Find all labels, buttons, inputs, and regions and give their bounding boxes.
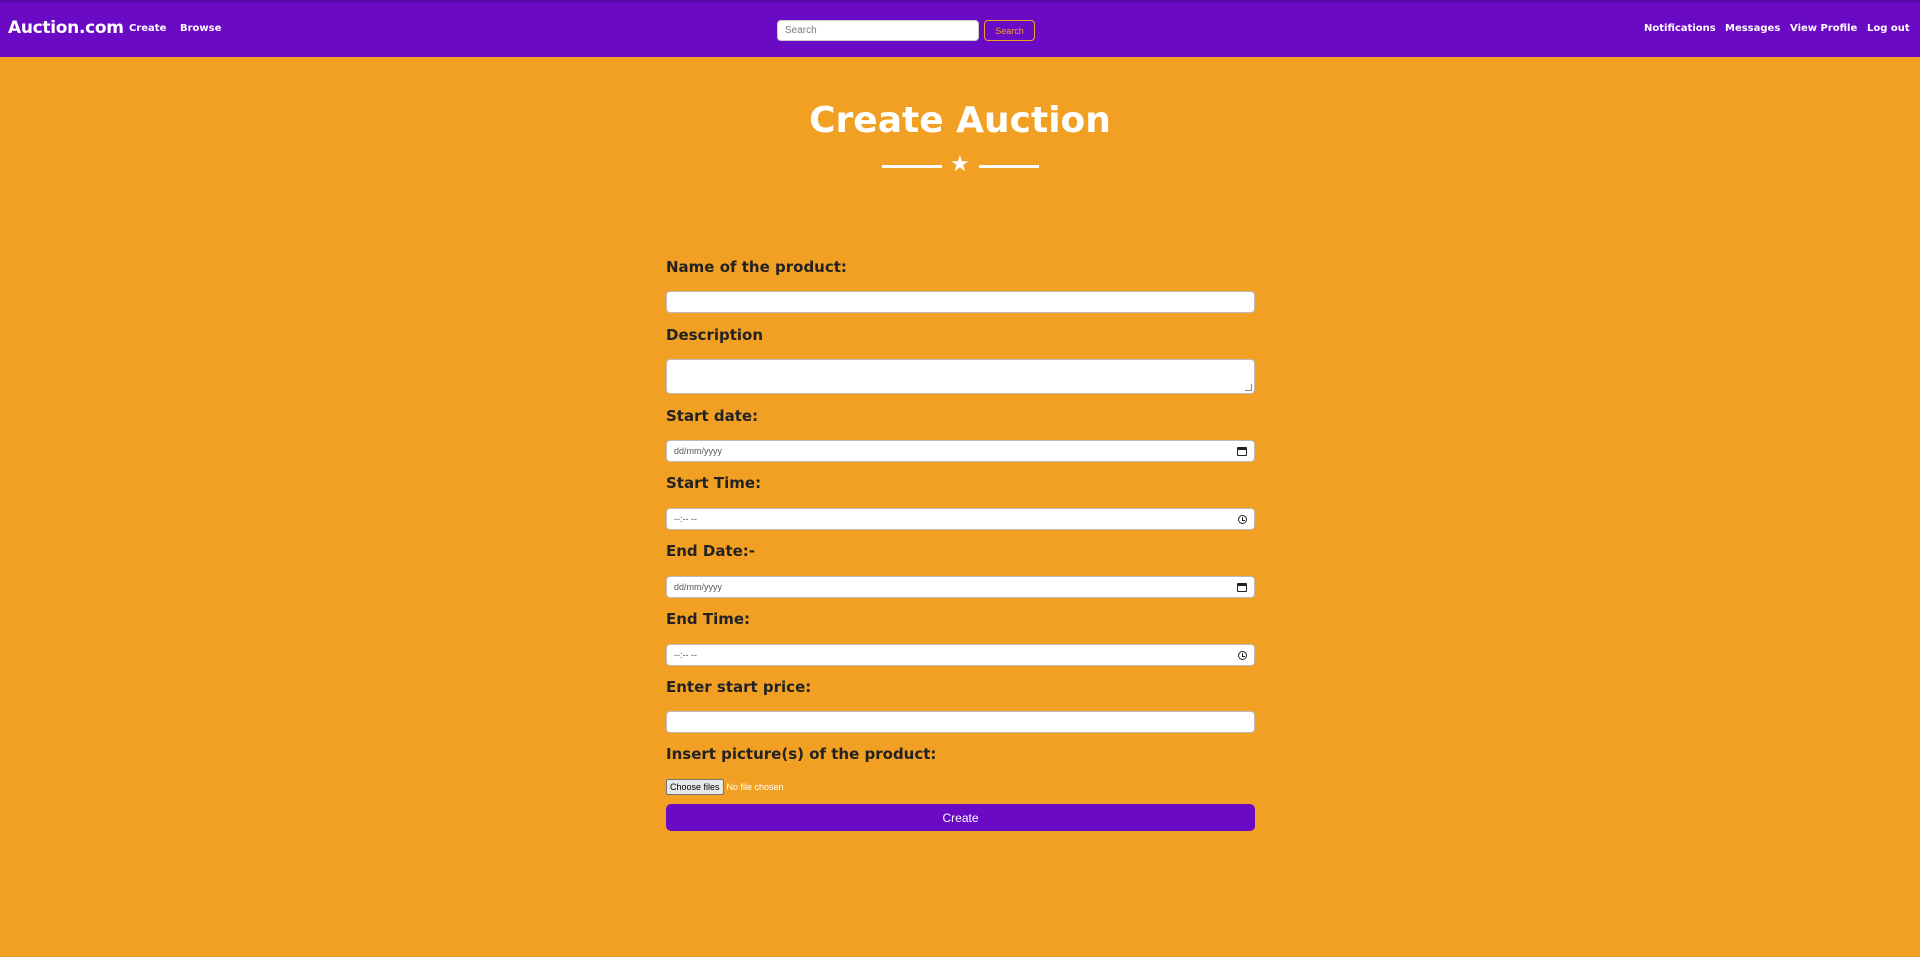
product-name-label: Name of the product:	[666, 258, 847, 276]
description-textarea[interactable]	[666, 359, 1255, 394]
nav-link-notifications[interactable]: Notifications	[1644, 23, 1716, 34]
create-button[interactable]: Create	[666, 804, 1255, 831]
top-navbar: Auction.com Create Browse Search Notific…	[0, 0, 1920, 57]
nav-link-messages[interactable]: Messages	[1725, 23, 1780, 34]
clock-icon[interactable]	[1238, 650, 1247, 660]
clock-icon[interactable]	[1238, 514, 1247, 524]
start-date-placeholder: dd/mm/yyyy	[674, 446, 723, 456]
title-divider: ★	[882, 152, 1039, 177]
nav-link-browse[interactable]: Browse	[180, 23, 221, 34]
brand-logo[interactable]: Auction.com	[8, 18, 124, 38]
start-time-placeholder: --:-- --	[674, 514, 697, 524]
start-date-input[interactable]: dd/mm/yyyy	[666, 440, 1255, 462]
calendar-icon[interactable]	[1237, 582, 1247, 592]
start-time-label: Start Time:	[666, 474, 762, 492]
file-upload: Choose files No file chosen	[666, 779, 784, 795]
description-label: Description	[666, 326, 764, 344]
resize-grip-icon[interactable]	[1245, 384, 1252, 391]
end-time-label: End Time:	[666, 610, 751, 628]
end-date-placeholder: dd/mm/yyyy	[674, 582, 723, 592]
page-title: Create Auction	[809, 100, 1111, 141]
choose-files-button[interactable]: Choose files	[666, 779, 724, 795]
search-input[interactable]	[777, 20, 979, 41]
divider-line-left	[882, 165, 942, 168]
divider-line-right	[979, 165, 1039, 168]
calendar-icon[interactable]	[1237, 446, 1247, 456]
search-button[interactable]: Search	[984, 20, 1035, 41]
nav-link-create[interactable]: Create	[129, 23, 166, 34]
start-date-label: Start date:	[666, 407, 759, 425]
nav-link-log-out[interactable]: Log out	[1867, 23, 1910, 34]
picture-label: Insert picture(s) of the product:	[666, 745, 937, 763]
end-time-placeholder: --:-- --	[674, 650, 697, 660]
end-date-input[interactable]: dd/mm/yyyy	[666, 576, 1255, 598]
star-icon: ★	[950, 152, 970, 177]
product-name-input[interactable]	[666, 291, 1255, 313]
nav-link-view-profile[interactable]: View Profile	[1790, 23, 1857, 34]
start-price-input[interactable]	[666, 711, 1255, 733]
start-price-label: Enter start price:	[666, 678, 812, 696]
file-status-text: No file chosen	[726, 782, 784, 792]
end-time-input[interactable]: --:-- --	[666, 644, 1255, 666]
start-time-input[interactable]: --:-- --	[666, 508, 1255, 530]
end-date-label: End Date:-	[666, 542, 756, 560]
